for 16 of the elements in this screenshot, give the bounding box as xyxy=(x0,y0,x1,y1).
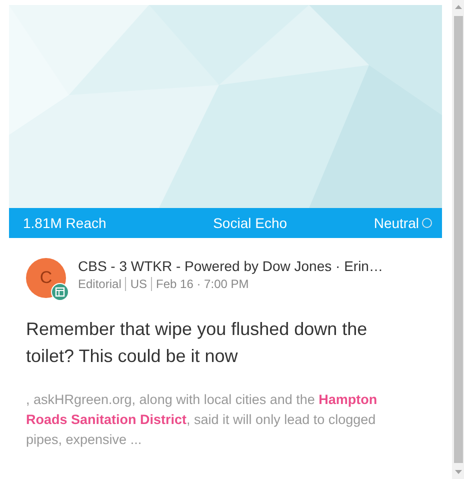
meta-text: US xyxy=(125,277,148,291)
meta-text: Feb 16 · 7:00 PM xyxy=(151,277,249,291)
scroll-up-icon[interactable] xyxy=(454,5,462,9)
document-icon xyxy=(51,283,69,301)
reach-count: 1.81M Reach xyxy=(23,215,106,231)
avatar: C xyxy=(26,258,66,298)
sentiment-label: Neutral xyxy=(374,215,419,231)
meta-text: Editorial xyxy=(78,277,122,291)
scrollbar[interactable] xyxy=(452,0,464,479)
article-snippet: , askHRgreen.org, along with local cities and the Hampton Roads Sanitation District, said it will only lead to clogged pipes, expensive ... xyxy=(26,391,378,449)
article-headline: Remember that wipe you flushed down the toilet? This could be it now xyxy=(26,318,368,368)
circle-icon xyxy=(422,218,432,228)
source-byline: CBS - 3 WTKR - Powered by Dow Jones · Erin… xyxy=(78,258,383,274)
scroll-down-icon[interactable] xyxy=(454,470,462,474)
source-type: Social Echo xyxy=(213,215,288,231)
scroll-thumb[interactable] xyxy=(454,16,462,463)
